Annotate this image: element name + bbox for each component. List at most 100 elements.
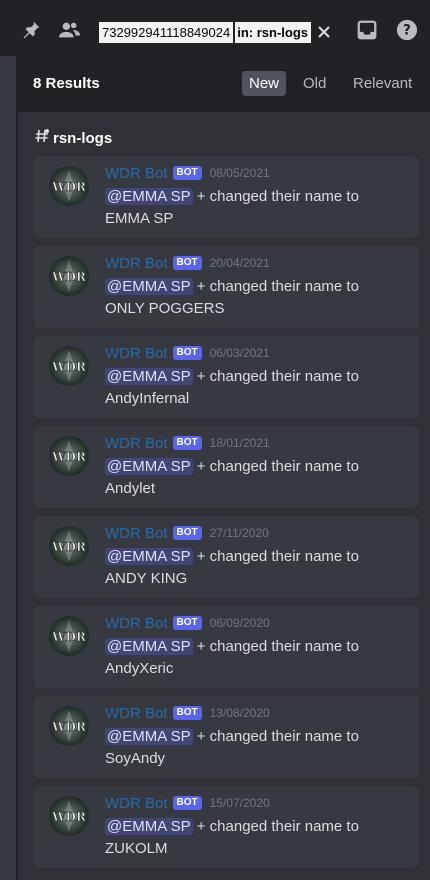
author-name[interactable]: WDR Bot — [105, 615, 168, 632]
results-count: 8 Results — [33, 75, 100, 92]
message-text: + changed their name to — [192, 188, 359, 205]
avatar[interactable]: WDR — [49, 706, 89, 746]
new-name: ONLY POGGERS — [105, 300, 225, 317]
message-content: @EMMA SP + changed their name to Andylet — [105, 456, 409, 500]
help-icon[interactable]: ? — [395, 18, 419, 42]
bot-tag: BOT — [172, 616, 202, 630]
search-result-card[interactable]: WDR WDR Bot BOT 06/09/2020 @EMMA SP + ch… — [33, 606, 419, 688]
top-bar: 732992941118849024 in: rsn-logs ? — [0, 0, 430, 56]
channel-name: rsn-logs — [53, 130, 113, 147]
message-text: + changed their name to — [192, 368, 359, 385]
author-name[interactable]: WDR Bot — [105, 525, 168, 542]
bot-tag: BOT — [172, 166, 202, 180]
message: WDR Bot BOT 06/03/2021 @EMMA SP + change… — [105, 344, 409, 410]
timestamp: 20/04/2021 — [209, 256, 270, 270]
avatar[interactable]: WDR — [49, 166, 89, 206]
user-mention[interactable]: @EMMA SP — [105, 458, 193, 475]
message-content: @EMMA SP + changed their name to ZUKOLM — [105, 816, 409, 860]
sort-tab-relevant[interactable]: Relevant — [346, 71, 419, 96]
search-results-panel: 8 Results New Old Relevant rsn-logs WDR … — [18, 56, 430, 880]
message: WDR Bot BOT 13/08/2020 @EMMA SP + change… — [105, 704, 409, 770]
new-name: Andylet — [105, 480, 156, 497]
avatar[interactable]: WDR — [49, 796, 89, 836]
author-line: WDR Bot BOT 20/04/2021 — [105, 254, 409, 272]
new-name: ANDY KING — [105, 570, 188, 587]
avatar[interactable]: WDR — [49, 616, 89, 656]
message-text: + changed their name to — [192, 638, 359, 655]
message-content: @EMMA SP + changed their name to ONLY POG… — [105, 276, 409, 320]
author-name[interactable]: WDR Bot — [105, 165, 168, 182]
message: WDR Bot BOT 08/05/2021 @EMMA SP + change… — [105, 164, 409, 230]
avatar-text: WDR — [51, 630, 87, 644]
search-result-card[interactable]: WDR WDR Bot BOT 15/07/2020 @EMMA SP + ch… — [33, 786, 419, 868]
message: WDR Bot BOT 06/09/2020 @EMMA SP + change… — [105, 614, 409, 680]
avatar[interactable]: WDR — [49, 346, 89, 386]
search-result-card[interactable]: WDR WDR Bot BOT 06/03/2021 @EMMA SP + ch… — [33, 336, 419, 418]
search-input[interactable]: 732992941118849024 in: rsn-logs — [97, 20, 339, 45]
bot-tag: BOT — [172, 346, 202, 360]
search-query[interactable]: 732992941118849024 — [99, 22, 234, 43]
author-line: WDR Bot BOT 08/05/2021 — [105, 164, 409, 182]
members-icon[interactable] — [58, 18, 82, 42]
bot-tag: BOT — [172, 436, 202, 450]
author-line: WDR Bot BOT 06/03/2021 — [105, 344, 409, 362]
message-content: @EMMA SP + changed their name to EMMA SP — [105, 186, 409, 230]
new-name: SoyAndy — [105, 750, 166, 767]
user-mention[interactable]: @EMMA SP — [105, 278, 193, 295]
message-text: + changed their name to — [192, 728, 359, 745]
message: WDR Bot BOT 18/01/2021 @EMMA SP + change… — [105, 434, 409, 500]
author-line: WDR Bot BOT 18/01/2021 — [105, 434, 409, 452]
user-mention[interactable]: @EMMA SP — [105, 188, 193, 205]
bot-tag: BOT — [172, 256, 202, 270]
timestamp: 27/11/2020 — [209, 526, 269, 540]
timestamp: 08/05/2021 — [209, 166, 270, 180]
avatar[interactable]: WDR — [49, 526, 89, 566]
close-icon[interactable] — [315, 23, 333, 41]
sort-tab-new[interactable]: New — [242, 71, 287, 96]
author-name[interactable]: WDR Bot — [105, 255, 168, 272]
timestamp: 18/01/2021 — [209, 436, 270, 450]
chat-area-edge — [0, 56, 16, 880]
author-line: WDR Bot BOT 06/09/2020 — [105, 614, 409, 632]
timestamp: 13/08/2020 — [209, 706, 270, 720]
channel-header: rsn-logs — [34, 128, 112, 149]
author-line: WDR Bot BOT 15/07/2020 — [105, 794, 409, 812]
search-result-card[interactable]: WDR WDR Bot BOT 13/08/2020 @EMMA SP + ch… — [33, 696, 419, 778]
user-mention[interactable]: @EMMA SP — [105, 728, 193, 745]
new-name: EMMA SP — [105, 210, 174, 227]
sort-tab-old[interactable]: Old — [296, 71, 333, 96]
bot-tag: BOT — [172, 706, 202, 720]
user-mention[interactable]: @EMMA SP — [105, 368, 193, 385]
avatar-text: WDR — [51, 540, 87, 554]
search-result-card[interactable]: WDR WDR Bot BOT 08/05/2021 @EMMA SP + ch… — [33, 156, 419, 238]
pin-icon[interactable] — [19, 18, 43, 42]
new-name: ZUKOLM — [105, 840, 168, 857]
message-content: @EMMA SP + changed their name to AndyInfe… — [105, 366, 409, 410]
user-mention[interactable]: @EMMA SP — [105, 548, 193, 565]
user-mention[interactable]: @EMMA SP — [105, 818, 193, 835]
results-header: 8 Results New Old Relevant — [18, 56, 430, 112]
author-name[interactable]: WDR Bot — [105, 345, 168, 362]
message-text: + changed their name to — [192, 278, 359, 295]
message-content: @EMMA SP + changed their name to ANDY KIN… — [105, 546, 409, 590]
new-name: AndyInfernal — [105, 390, 190, 407]
author-name[interactable]: WDR Bot — [105, 435, 168, 452]
author-name[interactable]: WDR Bot — [105, 795, 168, 812]
avatar[interactable]: WDR — [49, 436, 89, 476]
message: WDR Bot BOT 15/07/2020 @EMMA SP + change… — [105, 794, 409, 860]
avatar[interactable]: WDR — [49, 256, 89, 296]
avatar-text: WDR — [51, 720, 87, 734]
search-result-card[interactable]: WDR WDR Bot BOT 18/01/2021 @EMMA SP + ch… — [33, 426, 419, 508]
avatar-text: WDR — [51, 450, 87, 464]
user-mention[interactable]: @EMMA SP — [105, 638, 193, 655]
timestamp: 06/09/2020 — [209, 616, 270, 630]
inbox-icon[interactable] — [355, 18, 379, 42]
search-filter-chip[interactable]: in: rsn-logs — [235, 22, 311, 43]
search-result-card[interactable]: WDR WDR Bot BOT 20/04/2021 @EMMA SP + ch… — [33, 246, 419, 328]
message: WDR Bot BOT 20/04/2021 @EMMA SP + change… — [105, 254, 409, 320]
search-result-card[interactable]: WDR WDR Bot BOT 27/11/2020 @EMMA SP + ch… — [33, 516, 419, 598]
avatar-text: WDR — [51, 270, 87, 284]
svg-text:?: ? — [403, 23, 411, 39]
author-name[interactable]: WDR Bot — [105, 705, 168, 722]
message-content: @EMMA SP + changed their name to SoyAndy — [105, 726, 409, 770]
